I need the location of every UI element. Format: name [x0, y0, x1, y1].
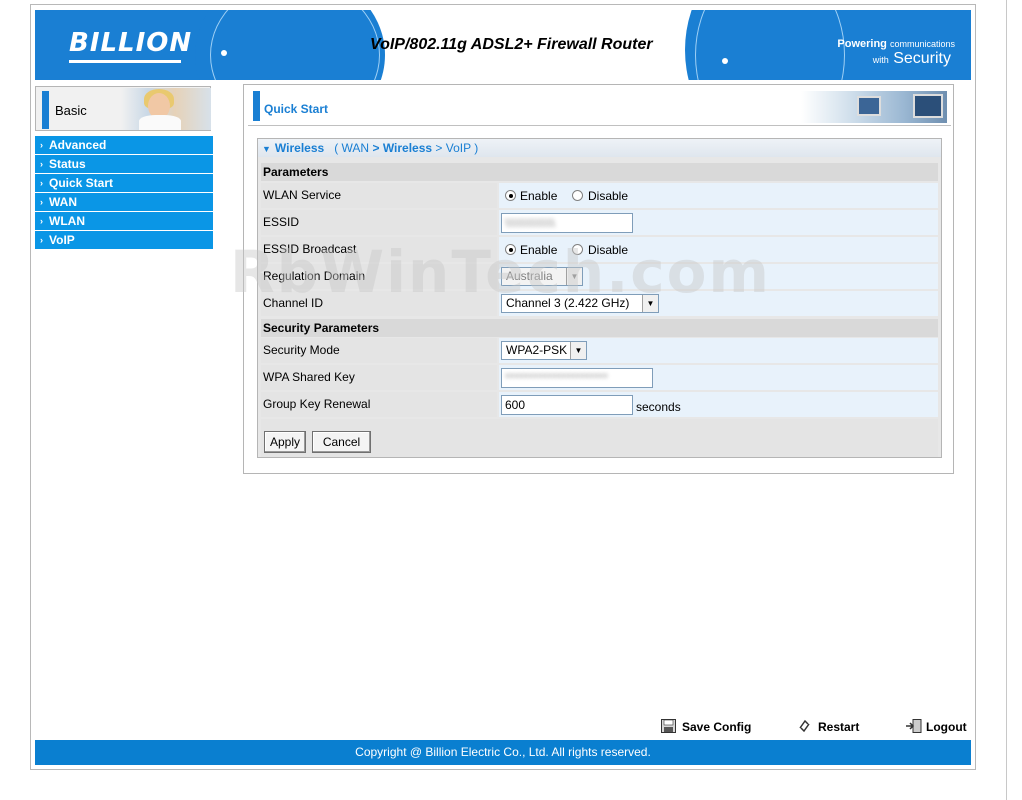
wpa-shared-key-label: WPA Shared Key [261, 365, 497, 390]
chevron-down-icon: ▼ [566, 268, 582, 285]
security-parameters-heading: Security Parameters [261, 319, 938, 337]
breadcrumb: ▼ Wireless ( WAN > Wireless > VoIP ) [258, 139, 941, 157]
essid-broadcast-disable-radio[interactable] [572, 244, 583, 255]
sidebar-item-status[interactable]: › Status [35, 155, 213, 173]
wlan-service-row: WLAN Service Enable Disable [261, 183, 938, 209]
wlan-service-enable-radio[interactable] [505, 190, 516, 201]
wlan-service-disable-label: Disable [588, 189, 629, 203]
breadcrumb-step-wireless[interactable]: Wireless [383, 141, 432, 155]
bullet-icon: › [40, 159, 43, 169]
essid-broadcast-enable-label: Enable [520, 243, 558, 257]
wpa-shared-key-input[interactable]: ********************** [501, 368, 653, 388]
essid-broadcast-row: ESSID Broadcast Enable Disable [261, 237, 938, 263]
seconds-unit-label: seconds [636, 400, 681, 414]
main-panel: Quick Start ▼ Wireless ( WAN > Wireless >… [243, 84, 954, 474]
essid-row: ESSID \\\\\\\\\\\\\\\ [261, 210, 938, 236]
sidebar-item-quick-start[interactable]: › Quick Start [35, 174, 213, 192]
breadcrumb-step-voip[interactable]: VoIP [446, 141, 471, 155]
wireless-settings-section: ▼ Wireless ( WAN > Wireless > VoIP ) Para… [257, 138, 942, 458]
bullet-icon: › [40, 178, 43, 188]
group-key-renewal-input[interactable]: 600 [501, 395, 633, 415]
slogan-line1: Powering communications [837, 38, 955, 50]
bullet-icon: › [40, 235, 43, 245]
header-banner: BILLION VoIP/802.11g ADSL2+ Firewall Rou… [35, 10, 971, 80]
triangle-down-icon: ▼ [262, 144, 271, 154]
essid-broadcast-enable-radio[interactable] [505, 244, 516, 255]
bullet-icon: › [40, 216, 43, 226]
essid-broadcast-disable-label: Disable [588, 243, 629, 257]
page-header: Quick Start [248, 88, 951, 126]
bullet-icon: › [40, 197, 43, 207]
restart-arrows-icon [797, 719, 812, 733]
basic-label: Basic [55, 103, 87, 118]
security-mode-row: Security Mode WPA2-PSK ▼ [261, 338, 938, 364]
logout-button[interactable]: Logout [905, 719, 967, 734]
wlan-service-label: WLAN Service [261, 183, 497, 208]
product-title: VoIP/802.11g ADSL2+ Firewall Router [370, 36, 653, 53]
group-key-renewal-row: Group Key Renewal 600 seconds [261, 392, 938, 418]
essid-label: ESSID [261, 210, 497, 235]
cancel-button[interactable]: Cancel [312, 431, 371, 453]
sidebar-item-advanced[interactable]: › Advanced [35, 136, 213, 154]
bullet-icon: › [40, 140, 43, 150]
parameters-heading: Parameters [261, 163, 938, 181]
wlan-service-enable-label: Enable [520, 189, 558, 203]
channel-id-row: Channel ID Channel 3 (2.422 GHz) ▼ [261, 291, 938, 317]
security-mode-label: Security Mode [261, 338, 497, 363]
regulation-domain-select[interactable]: Australia ▼ [501, 267, 583, 286]
logout-door-icon [905, 719, 922, 733]
channel-id-label: Channel ID [261, 291, 497, 316]
regulation-domain-row: Regulation Domain Australia ▼ [261, 264, 938, 290]
footer-copyright: Copyright @ Billion Electric Co., Ltd. A… [35, 740, 971, 765]
wpa-shared-key-row: WPA Shared Key ********************** [261, 365, 938, 391]
vertical-scrollbar[interactable] [1006, 0, 1022, 800]
chevron-down-icon: ▼ [570, 342, 586, 359]
restart-button[interactable]: Restart [797, 719, 859, 734]
group-key-renewal-label: Group Key Renewal [261, 392, 497, 417]
breadcrumb-step-wan[interactable]: WAN [342, 141, 370, 155]
chevron-down-icon: ▼ [642, 295, 658, 312]
slogan-line2: with Security [872, 50, 951, 67]
basic-mode-header: Basic [35, 86, 211, 131]
apply-button[interactable]: Apply [264, 431, 306, 453]
sidebar-item-wan[interactable]: › WAN [35, 193, 213, 211]
channel-id-select[interactable]: Channel 3 (2.422 GHz) ▼ [501, 294, 659, 313]
security-mode-select[interactable]: WPA2-PSK ▼ [501, 341, 587, 360]
floppy-disk-icon [661, 719, 676, 733]
sidebar-menu: › Advanced › Status › Quick Start › WAN › WLA… [35, 136, 213, 250]
sidebar-item-voip[interactable]: › VoIP [35, 231, 213, 249]
essid-broadcast-label: ESSID Broadcast [261, 237, 497, 262]
save-config-button[interactable]: Save Config [661, 719, 751, 734]
regulation-domain-label: Regulation Domain [261, 264, 497, 289]
form-buttons: Apply Cancel [261, 419, 938, 457]
sidebar-item-wlan[interactable]: › WLAN [35, 212, 213, 230]
essid-input[interactable]: \\\\\\\\\\\\\\\ [501, 213, 633, 233]
page-title: Quick Start [264, 102, 329, 116]
breadcrumb-current: Wireless [274, 141, 325, 155]
wlan-service-disable-radio[interactable] [572, 190, 583, 201]
billion-logo: BILLION [69, 28, 193, 58]
